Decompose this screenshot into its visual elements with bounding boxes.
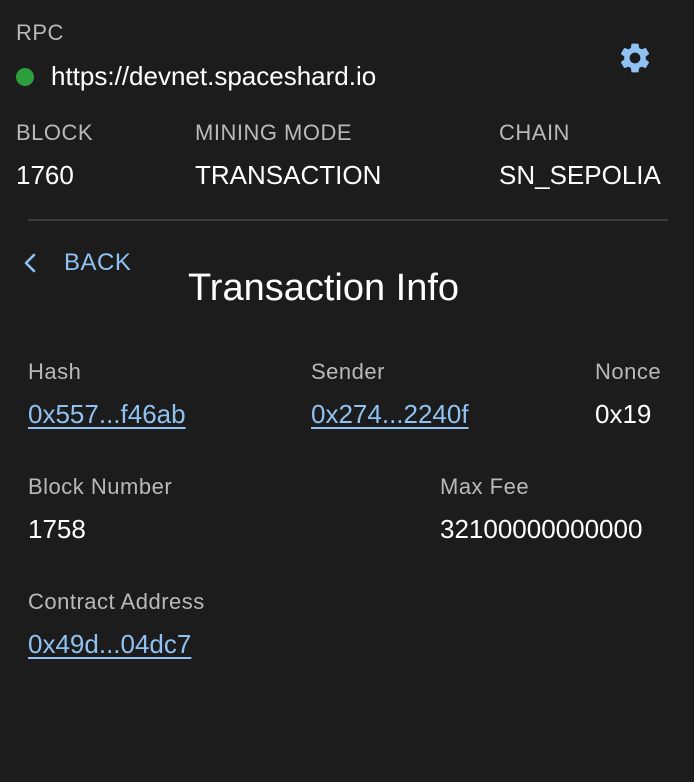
rpc-url: https://devnet.spaceshard.io [51, 61, 377, 91]
page-title: Transaction Info [188, 267, 460, 309]
hash-link[interactable]: 0x557...f46ab [28, 399, 186, 430]
nonce-value: 0x19 [595, 399, 652, 429]
block-label: BLOCK [16, 120, 94, 145]
divider [28, 219, 668, 221]
hash-label: Hash [28, 359, 82, 384]
block-number-label: Block Number [28, 474, 173, 499]
block-value: 1760 [16, 160, 74, 190]
max-fee-label: Max Fee [440, 474, 530, 499]
gear-icon[interactable] [617, 40, 653, 76]
chain-value: SN_SEPOLIA [499, 160, 661, 190]
status-dot [16, 68, 34, 86]
mining-mode-label: MINING MODE [195, 120, 353, 145]
rpc-label: RPC [16, 20, 64, 45]
sender-label: Sender [311, 359, 385, 384]
contract-address-label: Contract Address [28, 589, 205, 614]
back-button[interactable]: BACK [20, 248, 131, 278]
nonce-label: Nonce [595, 359, 662, 384]
chain-label: CHAIN [499, 120, 570, 145]
block-number-value: 1758 [28, 514, 86, 544]
mining-mode-value: TRANSACTION [195, 160, 382, 190]
back-label: BACK [64, 249, 132, 276]
sender-link[interactable]: 0x274...2240f [311, 399, 469, 430]
chevron-left-icon [20, 248, 40, 278]
contract-address-link[interactable]: 0x49d...04dc7 [28, 629, 191, 660]
max-fee-value: 32100000000000 [440, 514, 643, 544]
